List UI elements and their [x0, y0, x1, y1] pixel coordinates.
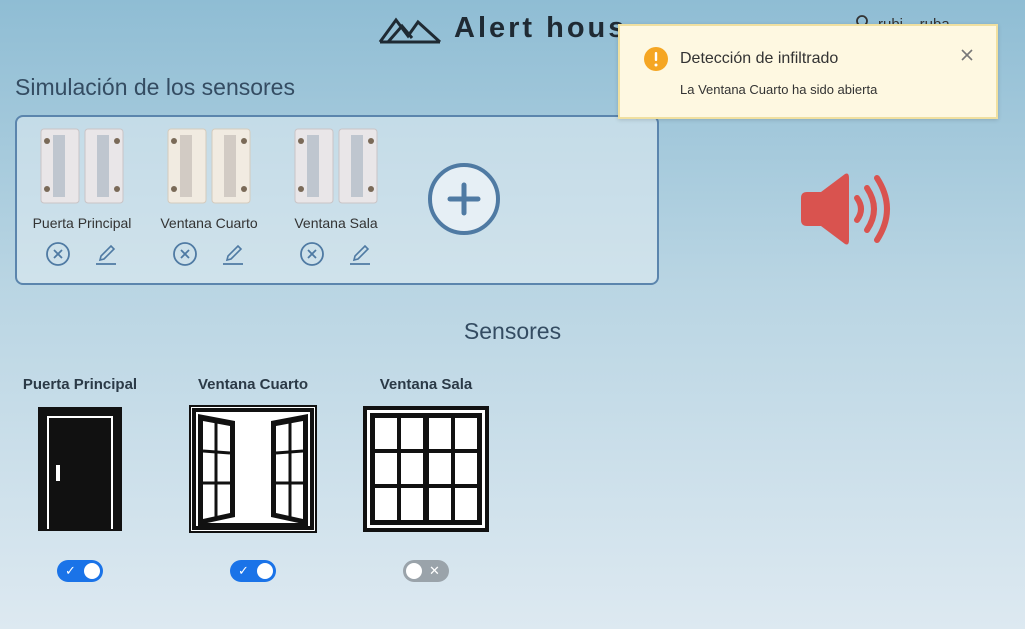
sensor-card-label: Ventana Sala	[379, 376, 473, 393]
speaker-alarm-icon	[801, 173, 890, 245]
intrusion-notification: Detección de infiltrado La Ventana Cuart…	[618, 24, 998, 119]
toggle-knob	[84, 563, 100, 579]
close-icon[interactable]	[960, 48, 974, 62]
sensor-card-ventana-sala: Ventana Sala ✕	[351, 376, 501, 582]
toggle-knob	[406, 563, 422, 579]
window-closed-icon	[363, 406, 489, 532]
brand-title: Alert hous	[454, 11, 628, 44]
magnetic-sensor-image	[167, 128, 251, 204]
sim-item-puerta-principal: Puerta Principal	[27, 127, 137, 267]
sensor-card-label: Puerta Principal	[22, 376, 138, 393]
sim-item-ventana-sala: Ventana Sala	[281, 127, 391, 267]
sim-item-label: Ventana Cuarto	[160, 215, 258, 231]
magnetic-sensor-image	[40, 128, 124, 204]
sim-item-label: Puerta Principal	[32, 215, 132, 231]
magnetic-sensor-image	[294, 128, 378, 204]
remove-icon[interactable]	[172, 241, 198, 267]
logo-icon	[378, 17, 442, 44]
sensor-toggle[interactable]: ✓	[230, 560, 276, 582]
edit-icon[interactable]	[93, 241, 119, 267]
notification-title: Detección de infiltrado	[680, 50, 839, 67]
sensor-toggle[interactable]: ✕	[403, 560, 449, 582]
notification-message: La Ventana Cuarto ha sido abierta	[680, 82, 878, 97]
edit-icon[interactable]	[220, 241, 246, 267]
sensor-card-ventana-cuarto: Ventana Cuarto ✓	[178, 376, 328, 582]
sensor-card-puerta-principal: Puerta Principal ✓	[5, 376, 155, 582]
simulation-title: Simulación de los sensores	[15, 74, 295, 100]
edit-icon[interactable]	[347, 241, 373, 267]
warning-icon	[644, 47, 668, 71]
add-sensor-button[interactable]	[427, 162, 501, 236]
remove-icon[interactable]	[45, 241, 71, 267]
window-open-icon	[189, 405, 317, 533]
toggle-knob	[257, 563, 273, 579]
simulation-panel: Puerta Principal Ventana Cuarto Ventana …	[15, 115, 659, 285]
sensor-toggle[interactable]: ✓	[57, 560, 103, 582]
app-header: Alert hous	[378, 8, 627, 48]
remove-icon[interactable]	[299, 241, 325, 267]
sensors-title: Sensores	[463, 318, 562, 344]
sensor-card-label: Ventana Cuarto	[197, 376, 309, 393]
sim-item-ventana-cuarto: Ventana Cuarto	[154, 127, 264, 267]
sim-item-label: Ventana Sala	[294, 215, 378, 231]
door-icon	[38, 407, 122, 531]
